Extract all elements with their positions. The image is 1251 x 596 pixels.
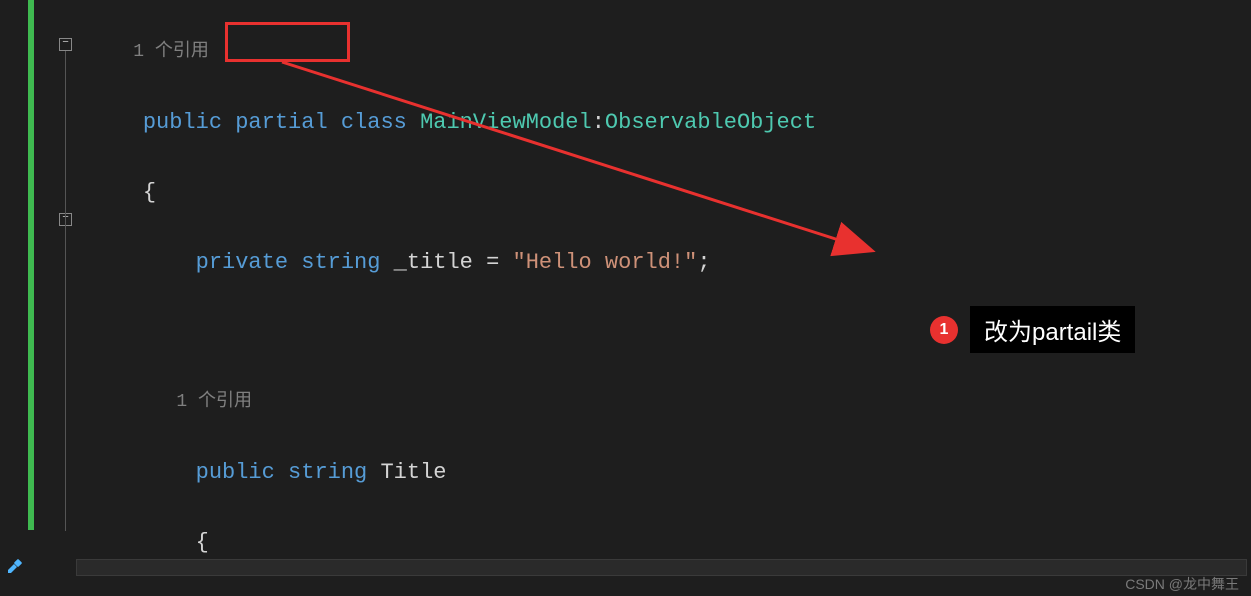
keyword: string — [301, 250, 380, 275]
watermark: CSDN @龙中舞王 — [1125, 574, 1239, 594]
change-marker — [28, 0, 34, 530]
field: _title — [394, 250, 473, 275]
gutter — [0, 0, 40, 596]
punct: : — [592, 110, 605, 135]
horizontal-scrollbar[interactable] — [76, 559, 1247, 576]
keyword-partial: partial — [235, 110, 327, 135]
codelens[interactable]: 1 个引用 — [133, 42, 209, 62]
code-text[interactable]: 1 个引用 public partial class MainViewModel… — [40, 0, 1251, 596]
base-class: ObservableObject — [605, 110, 816, 135]
code-editor[interactable]: 1 个引用 public partial class MainViewModel… — [0, 0, 1251, 596]
brace: { — [143, 180, 156, 205]
lightbulb-icon[interactable] — [4, 550, 28, 574]
annotation-callout: 1 改为partail类 — [930, 306, 1135, 353]
keyword: public — [143, 110, 222, 135]
callout-badge: 1 — [930, 316, 958, 344]
keyword: class — [341, 110, 407, 135]
brace: { — [196, 530, 209, 555]
property: Title — [380, 460, 446, 485]
string: "Hello world!" — [513, 250, 698, 275]
keyword: private — [196, 250, 288, 275]
punct: ; — [697, 250, 710, 275]
codelens[interactable]: 1 个引用 — [176, 392, 252, 412]
op: = — [486, 250, 499, 275]
keyword: string — [288, 460, 367, 485]
class-name: MainViewModel — [420, 110, 592, 135]
callout-text: 改为partail类 — [970, 306, 1135, 353]
keyword: public — [196, 460, 275, 485]
